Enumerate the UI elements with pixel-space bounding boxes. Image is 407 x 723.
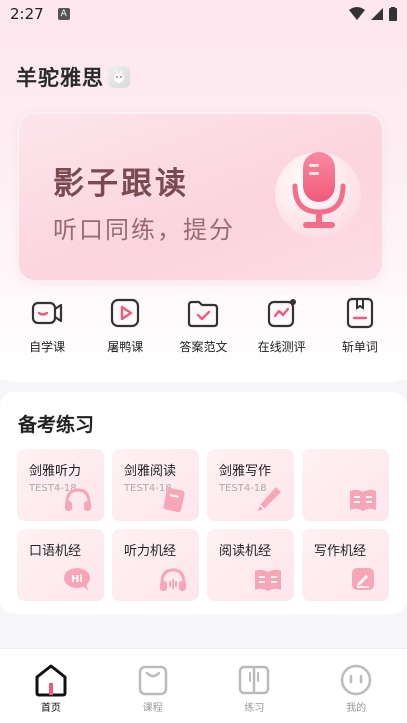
microphone-icon — [292, 152, 346, 228]
menu-label: 自学课 — [29, 340, 66, 354]
tile-writing-bank[interactable]: 写作机经 — [302, 529, 389, 601]
menu-label: 屠鸭课 — [107, 340, 144, 354]
section-title: 备考练习 — [18, 414, 95, 436]
quick-menu: 自学课 屠鸭课 答案范文 在线测评 斩单词 — [0, 296, 407, 366]
tile-listening-bank[interactable]: 听力机经 — [112, 529, 199, 601]
tile-title: 听力机经 — [124, 544, 177, 559]
menu-item-vocabulary[interactable]: 斩单词 — [324, 296, 396, 366]
menu-label: 答案范文 — [179, 340, 228, 354]
menu-label: 在线测评 — [257, 340, 306, 354]
menu-label: 斩单词 — [341, 340, 378, 354]
tile-cambridge-writing[interactable]: 剑雅写作 TEST4-18 — [207, 449, 294, 521]
tile-cambridge-reading[interactable]: 剑雅阅读 TEST4-18 — [112, 449, 199, 521]
hero-title: 影子跟读 — [53, 166, 189, 202]
tile-cambridge-listening[interactable]: 剑雅听力 TEST4-18 — [17, 449, 104, 521]
face-icon — [340, 664, 372, 696]
open-book-icon — [350, 489, 376, 511]
headphones-icon — [160, 568, 186, 591]
tile-title: 剑雅写作 — [219, 464, 272, 479]
tab-label: 课程 — [142, 703, 163, 714]
play-video-icon — [111, 298, 140, 328]
tab-label: 练习 — [244, 703, 265, 714]
status-bar: 2:27 A — [0, 0, 407, 28]
book-open-icon — [239, 665, 270, 695]
practice-section: 备考练习 剑雅听力 TEST4-18 剑雅阅读 TEST4-18 剑雅写作 TE… — [0, 392, 407, 614]
practice-grid: 剑雅听力 TEST4-18 剑雅阅读 TEST4-18 剑雅写作 TEST4-1… — [17, 449, 391, 601]
home-icon — [35, 664, 67, 697]
card-divider — [0, 366, 407, 382]
vocabulary-book-icon — [346, 297, 373, 329]
tab-label: 首页 — [40, 703, 61, 714]
book-icon — [163, 487, 185, 513]
menu-item-self-study[interactable]: 自学课 — [11, 296, 83, 366]
tab-home[interactable]: 首页 — [11, 663, 91, 723]
signal-icon — [371, 8, 383, 20]
battery-icon — [389, 7, 397, 21]
status-icons — [349, 7, 397, 21]
tile-reading-book[interactable] — [302, 449, 389, 521]
video-camera-icon — [31, 301, 63, 325]
edit-icon — [352, 568, 374, 590]
menu-item-duck-course[interactable]: 屠鸭课 — [89, 296, 161, 366]
open-book-icon — [255, 569, 281, 591]
menu-item-answers[interactable]: 答案范文 — [167, 296, 239, 366]
tile-title: 剑雅听力 — [29, 464, 82, 479]
tab-profile[interactable]: 我的 — [316, 663, 396, 723]
tab-courses[interactable]: 课程 — [113, 663, 193, 723]
tile-title: 剑雅阅读 — [124, 464, 177, 479]
pen-icon — [258, 487, 281, 511]
hero-banner-shadow-reading[interactable]: 影子跟读 听口同练，提分 — [17, 112, 384, 282]
hero-subtitle: 听口同练，提分 — [53, 216, 235, 244]
app-title: 羊驼雅思 — [16, 62, 130, 92]
menu-item-online-test[interactable]: 在线测评 — [246, 296, 318, 366]
svg-text:Hi: Hi — [71, 574, 83, 585]
tile-reading-bank[interactable]: 阅读机经 — [207, 529, 294, 601]
bag-icon — [138, 665, 167, 696]
alpaca-badge-icon — [108, 66, 130, 88]
app-title-text: 羊驼雅思 — [16, 66, 104, 90]
status-time: 2:27 — [10, 5, 44, 23]
tile-title: 口语机经 — [29, 544, 82, 559]
bottom-tab-bar: 首页 课程 练习 我的 — [0, 648, 407, 723]
notification-icon: A — [57, 8, 70, 20]
tile-speaking-bank[interactable]: 口语机经 Hi — [17, 529, 104, 601]
speech-bubble-hi-icon: Hi — [64, 568, 90, 591]
tile-title: 写作机经 — [314, 544, 367, 559]
tab-practice[interactable]: 练习 — [214, 663, 294, 723]
folder-check-icon — [188, 300, 219, 328]
tile-title: 阅读机经 — [219, 544, 272, 559]
wifi-icon — [349, 7, 365, 20]
chart-test-icon — [267, 299, 296, 328]
tab-label: 我的 — [346, 703, 367, 714]
headphones-icon — [65, 488, 91, 511]
